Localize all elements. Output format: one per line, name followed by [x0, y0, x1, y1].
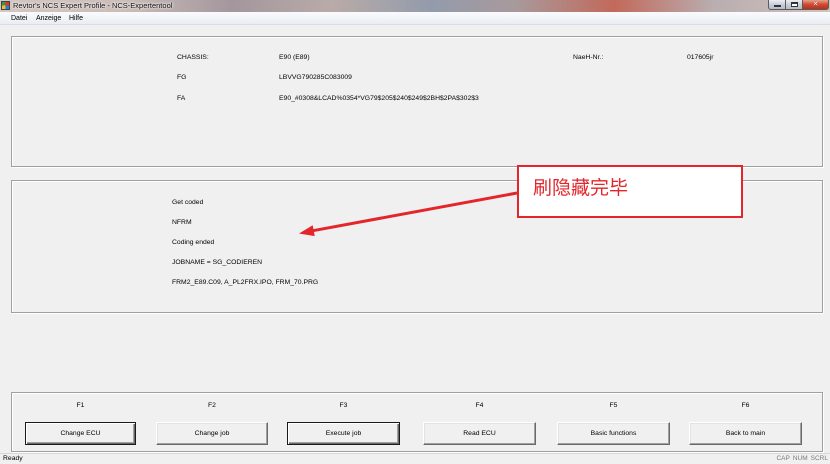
caps-lock-indicator: CAP	[776, 455, 790, 462]
execute-job-button[interactable]: Execute job	[287, 422, 400, 445]
f3-key-label: F3	[339, 402, 348, 409]
fa-label: FA	[177, 95, 186, 102]
status-text: Ready	[3, 455, 23, 462]
close-icon: ✕	[812, 0, 819, 8]
back-to-main-button[interactable]: Back to main	[689, 422, 802, 445]
annotation-text: 刷隐藏完毕	[533, 177, 629, 199]
num-lock-indicator: NUM	[792, 455, 808, 462]
status-bar	[0, 453, 830, 464]
f1-key-label: F1	[76, 402, 85, 409]
menu-bar	[0, 12, 830, 25]
maximize-icon	[791, 2, 798, 7]
maximize-button[interactable]	[785, 0, 803, 10]
window-title: Revtor's NCS Expert Profile - NCS-Expert…	[13, 1, 173, 10]
keyboard-indicators: CAP NUM SCRL	[776, 455, 828, 463]
minimize-button[interactable]	[768, 0, 786, 10]
naeh-nr-label: NaeH-Nr.:	[573, 54, 604, 61]
log-line: NFRM	[172, 219, 192, 226]
close-button[interactable]: ✕	[802, 0, 829, 10]
menu-datei[interactable]: Datei	[11, 15, 27, 23]
f6-key-label: F6	[741, 402, 750, 409]
change-ecu-button[interactable]: Change ECU	[25, 422, 136, 445]
log-line: Get coded	[172, 199, 204, 206]
log-line: JOBNAME = SG_CODIEREN	[172, 259, 263, 266]
f4-key-label: F4	[475, 402, 484, 409]
chassis-value: E90 (E89)	[279, 54, 310, 61]
minimize-icon	[774, 5, 781, 7]
menu-hilfe[interactable]: Hilfe	[69, 15, 83, 23]
scroll-lock-indicator: SCRL	[810, 455, 828, 462]
basic-functions-button[interactable]: Basic functions	[557, 422, 670, 445]
log-line: Coding ended	[172, 239, 215, 246]
fa-value: E90_#0308&LCAD%0354*VG79$205$240$249$2BH…	[279, 95, 479, 102]
f2-key-label: F2	[208, 402, 216, 409]
menu-anzeige[interactable]: Anzeige	[36, 15, 61, 23]
fg-value: LBVVG790285C083009	[279, 74, 352, 81]
change-job-button[interactable]: Change job	[156, 422, 268, 445]
f5-key-label: F5	[609, 402, 618, 409]
read-ecu-button[interactable]: Read ECU	[423, 422, 536, 445]
naeh-nr-value: 017605jr	[687, 54, 714, 61]
app-icon[interactable]	[1, 1, 10, 10]
chassis-label: CHASSIS:	[177, 54, 209, 61]
log-line: FRM2_E89.C09, A_PL2FRX.IPO, FRM_70.PRG	[172, 279, 319, 286]
fg-label: FG	[177, 74, 187, 81]
